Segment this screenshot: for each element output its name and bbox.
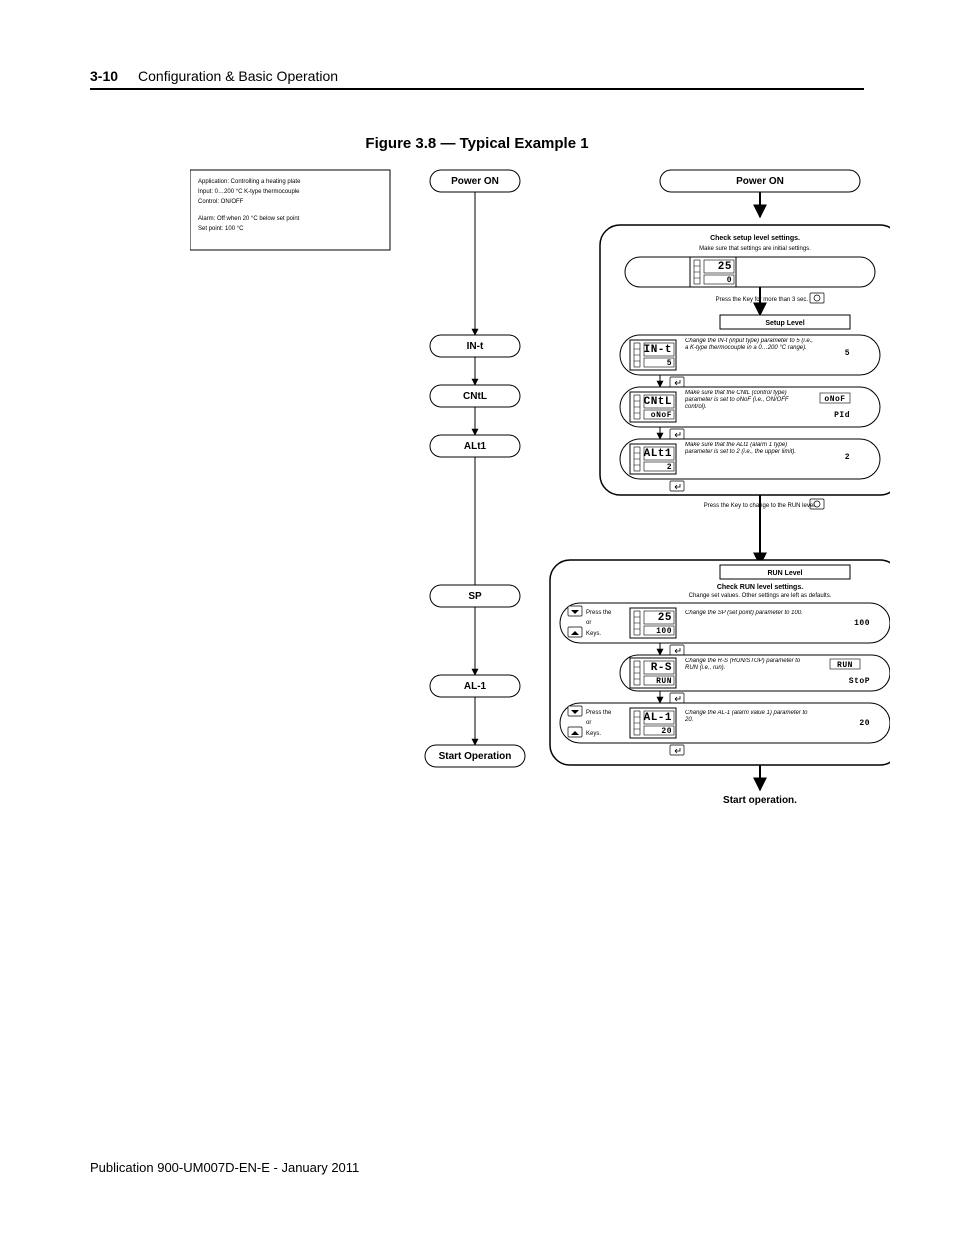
updn-dn: Keys. — [586, 631, 601, 637]
return-key-icon-3 — [670, 481, 684, 491]
left-al1: AL-1 — [464, 681, 487, 692]
down-key-icon — [568, 606, 582, 616]
lcd-cntl-bot: oNoF — [651, 411, 672, 420]
up-key-icon — [568, 627, 582, 637]
int-desc: Change the IN-t (input type) parameter t… — [685, 338, 815, 352]
check-run: Check RUN level settings. — [717, 584, 803, 591]
rs-desc: Change the R-S (RUN/STOP) parameter to R… — [685, 658, 810, 672]
left-int: IN-t — [467, 341, 484, 352]
left-alt1: ALt1 — [464, 441, 487, 452]
page-number: 3-10 — [90, 68, 118, 84]
al1-desc: Change the AL-1 (alarm value 1) paramete… — [685, 710, 815, 724]
cntl-desc: Make sure that the CNtL (control type) p… — [685, 390, 805, 412]
down-key-icon-2 — [568, 706, 582, 716]
lcd-int-bot: 5 — [667, 359, 672, 368]
lcd-cntl-top: CNtL — [644, 396, 672, 408]
return-key-icon-6 — [670, 745, 684, 755]
lcd-sp-top: 25 — [658, 612, 672, 624]
change-defaults: Change set values. Other settings are le… — [689, 593, 832, 599]
appbox-line4: Alarm: Off when 20 °C below set point — [198, 216, 300, 222]
side-int: 5 — [845, 349, 850, 358]
return-key-icon-2 — [670, 429, 684, 439]
chapter-title: Configuration & Basic Operation — [138, 68, 338, 84]
lcd-sv0: 0 — [727, 276, 732, 285]
return-key-icon — [670, 377, 684, 387]
sp-desc: Change the SP (set point) parameter to 1… — [685, 610, 815, 617]
circle-key-icon — [810, 293, 824, 303]
appbox-line2: Input: 0…200 °C K-type thermocouple — [198, 189, 300, 195]
lcd-alt1-top: ALt1 — [644, 448, 672, 460]
page-header: 3-10 Configuration & Basic Operation — [90, 68, 864, 90]
left-start: Start Operation — [439, 751, 512, 762]
publication-line: Publication 900-UM007D-EN-E - January 20… — [90, 1160, 359, 1175]
left-power-on: Power ON — [451, 176, 499, 187]
left-flow: Power ON IN-t CNtL ALt1 SP AL-1 Start Op… — [425, 170, 525, 767]
appbox-line1: Application: Controlling a heating plate — [198, 179, 301, 185]
setup-label: Setup Level — [765, 320, 804, 327]
left-sp: SP — [468, 591, 482, 602]
updn-up-2: Press the — [586, 710, 612, 716]
right-flow: Power ON Check setup level settings. Mak… — [550, 170, 890, 806]
lcd-int-top: IN-t — [644, 344, 672, 356]
left-cntl: CNtL — [463, 391, 487, 402]
appbox-line3: Control: ON/OFF — [198, 199, 244, 205]
right-start: Start operation. — [723, 795, 797, 806]
lcd-rs-top: R-S — [651, 662, 672, 674]
return-key-icon-4 — [670, 645, 684, 655]
figure-diagram: Application: Controlling a heating plate… — [190, 165, 890, 835]
lcd-alt1-bot: 2 — [667, 463, 672, 472]
side-sp: 100 — [854, 619, 870, 628]
side-cntl-top: oNoF — [824, 395, 845, 404]
lcd-rs-bot: RUN — [656, 677, 672, 686]
right-power-on: Power ON — [736, 176, 784, 187]
updn-mid: or — [586, 620, 591, 626]
figure-caption: Figure 3.8 — Typical Example 1 — [0, 135, 954, 152]
document-page: 3-10 Configuration & Basic Operation Fig… — [0, 0, 954, 1235]
run-label: RUN Level — [767, 570, 802, 577]
right-check-setup: Check setup level settings. — [710, 235, 800, 242]
press-key-1: Press the Key for more than 3 sec. — [716, 297, 809, 303]
appbox-line5: Set point: 100 °C — [198, 226, 244, 232]
lcd-sp-bot: 100 — [656, 627, 672, 636]
up-key-icon-2 — [568, 727, 582, 737]
updn-up: Press the — [586, 610, 612, 616]
side-alt1: 2 — [845, 453, 850, 462]
side-cntl-bot: PId — [834, 411, 850, 420]
lcd-pv0: 25 — [718, 261, 732, 273]
side-al1: 20 — [859, 719, 870, 728]
updn-mid-2: or — [586, 720, 591, 726]
lcd-al1-bot: 20 — [661, 727, 672, 736]
side-rs-top: RUN — [837, 661, 853, 670]
updn-dn-2: Keys. — [586, 731, 601, 737]
side-rs-bot: StoP — [849, 677, 870, 686]
lcd-al1-top: AL-1 — [644, 712, 672, 724]
return-key-icon-5 — [670, 693, 684, 703]
alt1-desc: Make sure that the ALt1 (alarm 1 type) p… — [685, 442, 815, 456]
right-make-sure: Make sure that settings are initial sett… — [699, 246, 811, 252]
